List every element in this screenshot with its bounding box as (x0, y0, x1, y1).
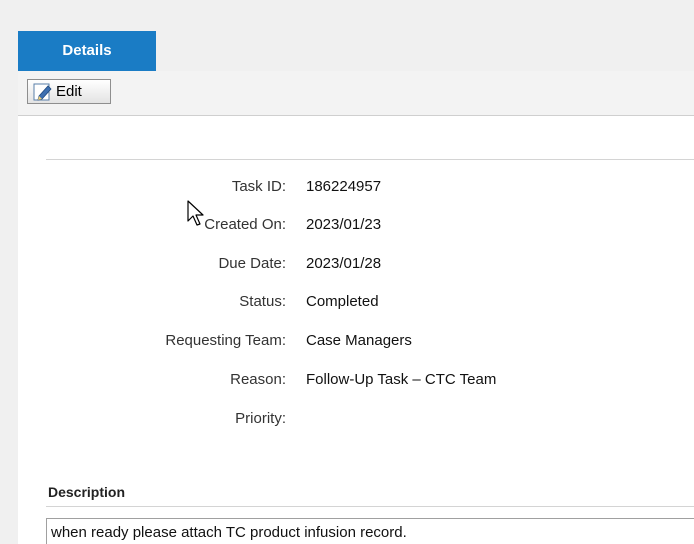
created-on-label: Created On: (204, 216, 286, 233)
details-panel: Task ID: 186224957 Created On: 2023/01/2… (18, 116, 694, 544)
status-value: Completed (306, 293, 379, 310)
field-due-date: Due Date: 2023/01/28 (18, 255, 694, 275)
pencil-edit-icon (33, 83, 53, 101)
priority-label: Priority: (235, 410, 286, 427)
field-created-on: Created On: 2023/01/23 (18, 216, 694, 236)
status-label: Status: (239, 293, 286, 310)
created-on-value: 2023/01/23 (306, 216, 382, 233)
description-text[interactable]: when ready please attach TC product infu… (46, 518, 694, 544)
field-task-id: Task ID: 186224957 (18, 178, 694, 198)
field-requesting-team: Requesting Team: Case Managers (18, 332, 694, 352)
reason-label: Reason: (230, 371, 286, 388)
requesting-team-label: Requesting Team: (165, 332, 286, 349)
field-reason: Reason: Follow-Up Task – CTC Team (18, 371, 694, 391)
section-divider (46, 159, 694, 160)
reason-value: Follow-Up Task – CTC Team (306, 371, 497, 388)
edit-button[interactable]: Edit (27, 79, 111, 104)
toolbar: Edit (18, 71, 694, 116)
requesting-team-value: Case Managers (306, 332, 412, 349)
task-id-label: Task ID: (231, 178, 286, 195)
field-priority: Priority: (18, 410, 694, 430)
due-date-value: 2023/01/28 (306, 255, 382, 272)
edit-button-label: Edit (56, 83, 82, 100)
field-status: Status: Completed (18, 293, 694, 313)
tab-details[interactable]: Details (18, 31, 156, 71)
description-heading: Description (48, 484, 126, 500)
due-date-label: Due Date: (218, 255, 286, 272)
tab-bar: Details (18, 31, 694, 72)
task-details-page: Details Edit Task ID: 186224957 Created … (0, 0, 694, 544)
task-id-value: 186224957 (306, 178, 382, 195)
description-divider (46, 506, 694, 507)
